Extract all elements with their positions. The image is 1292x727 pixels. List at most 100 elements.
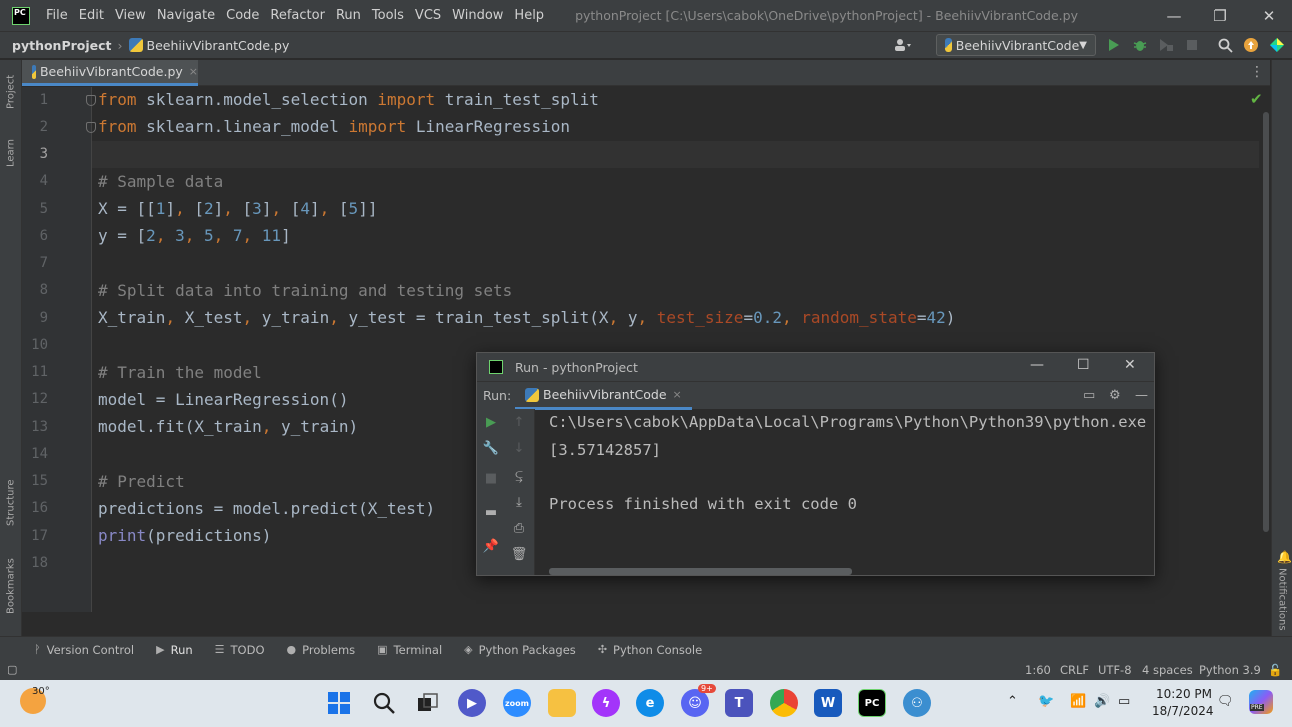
python-packages-tab[interactable]: ◈ Python Packages [464, 643, 576, 657]
search-icon[interactable] [1215, 35, 1235, 55]
messenger-icon[interactable]: ϟ [592, 689, 620, 717]
close-button[interactable]: ✕ [1246, 0, 1292, 31]
python-interpreter[interactable]: Python 3.9 [1199, 663, 1261, 677]
version-control-tab[interactable]: ᚹ Version Control [34, 643, 134, 657]
teams-icon[interactable]: T [725, 689, 753, 717]
stop-icon[interactable] [1182, 35, 1202, 55]
restore-layout-icon[interactable]: ▬ [481, 505, 501, 520]
code-line[interactable]: y = [2, 3, 5, 7, 11] [98, 226, 291, 245]
coverage-icon[interactable] [1156, 35, 1176, 55]
menu-file[interactable]: File [46, 8, 68, 23]
word-icon[interactable]: W [814, 689, 842, 717]
menu-run[interactable]: Run [336, 8, 361, 23]
run-maximize-button[interactable]: ☐ [1077, 357, 1090, 373]
close-tab-icon[interactable]: × [189, 65, 198, 78]
code-line[interactable]: print(predictions) [98, 526, 271, 545]
taskbar-search-icon[interactable] [370, 689, 398, 717]
volume-icon[interactable]: 🔊 [1094, 694, 1110, 709]
run-window-titlebar[interactable]: Run - pythonProject [477, 353, 1154, 381]
soft-wrap-icon[interactable]: ⥹ [509, 469, 529, 484]
code-line[interactable]: from sklearn.model_selection import trai… [98, 90, 599, 109]
hide-icon[interactable]: — [1135, 388, 1148, 403]
line-separator[interactable]: CRLF [1060, 663, 1089, 677]
print-icon[interactable]: ⎙ [509, 521, 529, 536]
editor-scrollbar[interactable] [1263, 112, 1269, 532]
todo-tab[interactable]: ☰ TODO [215, 643, 265, 657]
console-line[interactable]: C:\Users\cabok\AppData\Local\Programs\Py… [549, 413, 1146, 431]
problems-tab[interactable]: ● Problems [287, 643, 356, 657]
debug-icon[interactable] [1130, 35, 1150, 55]
restore-button[interactable]: ❐ [1197, 0, 1243, 31]
structure-tool-tab[interactable]: Structure [0, 470, 22, 536]
project-tool-tab[interactable]: Project [0, 66, 22, 118]
python-console-tab[interactable]: ✣ Python Console [598, 643, 702, 657]
show-hidden-icons-icon[interactable]: ⌃ [1007, 694, 1018, 709]
code-line[interactable]: X_train, X_test, y_train, y_test = train… [98, 308, 955, 327]
discord-icon[interactable]: ☺ [681, 689, 709, 717]
task-view-icon[interactable] [414, 689, 442, 717]
chrome-icon[interactable] [770, 689, 798, 717]
pin-icon[interactable]: 📌 [481, 539, 501, 554]
copilot-icon[interactable]: PRE [1249, 690, 1273, 714]
run-close-button[interactable]: ✕ [1124, 357, 1136, 373]
console-line[interactable]: Process finished with exit code 0 [549, 495, 857, 513]
code-line[interactable]: from sklearn.linear_model import LinearR… [98, 117, 570, 136]
bell-icon[interactable]: 🔔 [1277, 550, 1292, 564]
terminal-tab[interactable]: ▣ Terminal [377, 643, 442, 657]
caret-position[interactable]: 1:60 [1025, 663, 1051, 677]
pycharm-taskbar-icon[interactable]: PC [858, 689, 886, 717]
python-app-icon[interactable]: ⚇ [903, 689, 931, 717]
menu-window[interactable]: Window [452, 8, 503, 23]
jetbrains-icon[interactable] [1267, 35, 1287, 55]
stop-icon[interactable]: ■ [481, 471, 501, 486]
app-tray-icon[interactable]: 🐦 [1038, 694, 1054, 709]
run-minimize-button[interactable]: — [1030, 357, 1044, 373]
teams-chat-icon[interactable]: ▶ [458, 689, 486, 717]
fold-marker-icon[interactable] [86, 122, 96, 133]
menu-view[interactable]: View [115, 8, 146, 23]
run-configuration-dropdown[interactable]: BeehiivVibrantCode ▼ [936, 34, 1096, 56]
no-problems-check-icon[interactable]: ✔ [1250, 90, 1263, 108]
breadcrumb-project[interactable]: pythonProject [12, 38, 112, 53]
scroll-up-icon[interactable]: ↑ [509, 415, 529, 430]
close-run-tab-icon[interactable]: × [673, 388, 682, 401]
file-explorer-icon[interactable] [548, 689, 576, 717]
user-account-icon[interactable] [893, 35, 913, 55]
menu-tools[interactable]: Tools [372, 8, 404, 23]
layout-icon[interactable]: ▭ [1083, 388, 1095, 403]
menu-help[interactable]: Help [514, 8, 544, 23]
code-line[interactable]: predictions = model.predict(X_test) [98, 499, 435, 518]
learn-tool-tab[interactable]: Learn [0, 132, 22, 174]
clock-date[interactable]: 18/7/2024 [1152, 704, 1214, 718]
wrench-icon[interactable]: 🔧 [481, 441, 501, 456]
menu-navigate[interactable]: Navigate [157, 8, 215, 23]
console-horizontal-scrollbar[interactable] [549, 568, 852, 575]
notifications-tool-tab[interactable]: Notifications [1272, 566, 1292, 632]
minimize-button[interactable]: — [1151, 0, 1197, 31]
menu-refactor[interactable]: Refactor [270, 8, 325, 23]
scroll-to-end-icon[interactable]: ⤓ [509, 495, 529, 510]
code-comment[interactable]: # Predict [98, 472, 185, 491]
rerun-icon[interactable]: ▶ [481, 415, 501, 430]
zoom-icon[interactable]: zoom [503, 689, 531, 717]
code-line[interactable]: X = [[1], [2], [3], [4], [5]] [98, 199, 377, 218]
fold-marker-icon[interactable] [86, 95, 96, 106]
breadcrumb-file[interactable]: BeehiivVibrantCode.py [128, 38, 289, 53]
settings-gear-icon[interactable]: ⚙ [1109, 388, 1121, 403]
file-encoding[interactable]: UTF-8 [1098, 663, 1132, 677]
code-comment[interactable]: # Split data into training and testing s… [98, 281, 512, 300]
menu-edit[interactable]: Edit [79, 8, 104, 23]
windows-start-icon[interactable] [325, 689, 353, 717]
run-tool-tab[interactable]: ▶ Run [156, 643, 193, 657]
editor-tab[interactable]: BeehiivVibrantCode.py × [22, 60, 198, 86]
code-line[interactable]: model = LinearRegression() [98, 390, 348, 409]
run-tab[interactable]: BeehiivVibrantCode × [515, 382, 692, 410]
wifi-icon[interactable]: 📶 [1070, 694, 1086, 709]
menu-vcs[interactable]: VCS [415, 8, 441, 23]
update-icon[interactable] [1241, 35, 1261, 55]
lock-icon[interactable]: 🔓 [1268, 663, 1282, 677]
more-options-icon[interactable]: ⋮ [1250, 64, 1264, 80]
code-comment[interactable]: # Train the model [98, 363, 262, 382]
toggle-tool-windows-icon[interactable]: ▢ [7, 663, 17, 676]
trash-icon[interactable]: 🗑 [509, 547, 529, 562]
